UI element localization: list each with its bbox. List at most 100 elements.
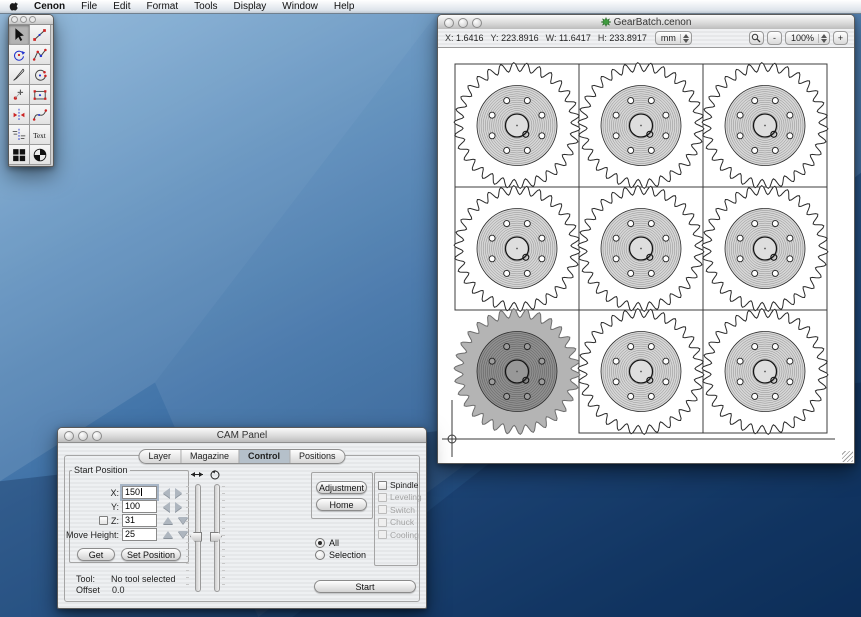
knife-tool-icon (10, 66, 28, 84)
gear[interactable] (454, 186, 580, 312)
menu-item-help[interactable]: Help (326, 0, 363, 13)
document-titlebar[interactable]: GearBatch.cenon (438, 15, 854, 30)
field-label: X: (110, 488, 119, 498)
close-button[interactable] (64, 431, 74, 441)
zoom-button[interactable] (29, 16, 36, 23)
unit-stepper[interactable] (680, 34, 689, 43)
minimize-button[interactable] (458, 18, 468, 28)
menu-item-display[interactable]: Display (226, 0, 275, 13)
magnifier-button[interactable] (749, 31, 764, 45)
zoom-in-button[interactable]: + (833, 31, 848, 45)
menu-item-format[interactable]: Format (138, 0, 186, 13)
stepper-decrement[interactable] (163, 531, 173, 538)
rotate-tool[interactable] (9, 45, 30, 65)
gear[interactable] (702, 63, 828, 189)
cooling-checkbox (378, 530, 387, 539)
text-tool[interactable]: Text (30, 125, 51, 145)
field-input[interactable]: 150 (122, 486, 157, 499)
line-tool[interactable] (30, 25, 51, 45)
minimize-button[interactable] (20, 16, 27, 23)
coord-x: X: 1.6416 (445, 33, 484, 43)
speed-sliders (189, 469, 227, 595)
minimize-button[interactable] (78, 431, 88, 441)
tab-layer[interactable]: Layer (139, 450, 180, 463)
adjustment-button[interactable]: Adjustment (316, 481, 367, 494)
selection-radio[interactable] (315, 550, 325, 560)
menu-item-file[interactable]: File (73, 0, 105, 13)
field-input[interactable]: 100 (122, 500, 157, 513)
z-enable-checkbox[interactable] (99, 516, 108, 525)
feed-slider[interactable] (189, 484, 205, 592)
get-button[interactable]: Get (77, 548, 115, 561)
field-input[interactable]: 25 (122, 528, 157, 541)
start-button[interactable]: Start (314, 580, 416, 593)
close-button[interactable] (11, 16, 18, 23)
polyline-tool[interactable] (30, 45, 51, 65)
gear[interactable] (454, 309, 580, 435)
close-button[interactable] (444, 18, 454, 28)
rectangle-tool[interactable] (30, 85, 51, 105)
menu-item-edit[interactable]: Edit (105, 0, 138, 13)
all-radio[interactable] (315, 538, 325, 548)
arc-tool[interactable] (30, 65, 51, 85)
rotation-slider-thumb[interactable] (210, 532, 222, 542)
field-row-x: X:150 (70, 486, 182, 499)
radio-label: All (329, 538, 339, 548)
web-tool[interactable] (30, 145, 51, 165)
offset-value: 0.0 (112, 585, 125, 595)
coord-h: H: 233.8917 (598, 33, 647, 43)
add-point-tool[interactable] (9, 85, 30, 105)
desktop: Cenon FileEditFormatToolsDisplayWindowHe… (0, 0, 861, 617)
line-tool-icon (31, 26, 49, 44)
stepper-decrement[interactable] (163, 502, 170, 512)
gear[interactable] (702, 309, 828, 435)
set-position-button[interactable]: Set Position (121, 548, 181, 561)
resize-grip[interactable] (842, 451, 853, 462)
menu-item-tools[interactable]: Tools (186, 0, 225, 13)
text-tool-icon: Text (31, 126, 49, 144)
rotation-slider[interactable] (208, 484, 224, 592)
tab-control[interactable]: Control (238, 450, 289, 463)
switch-checkbox (378, 505, 387, 514)
spindle-checkbox[interactable] (378, 481, 387, 490)
stepper-increment[interactable] (175, 502, 182, 512)
field-row-z: Z:31 (70, 514, 188, 527)
distribute-tool-icon (10, 126, 28, 144)
home-button[interactable]: Home (316, 498, 367, 511)
pointer-tool[interactable] (9, 25, 30, 45)
zoom-out-button[interactable]: - (767, 31, 782, 45)
stepper-increment[interactable] (175, 488, 182, 498)
palette-titlebar[interactable] (9, 15, 53, 25)
window-title: GearBatch.cenon (614, 17, 692, 28)
unit-value: mm (661, 33, 676, 43)
unit-popup[interactable]: mm (655, 31, 692, 45)
gear[interactable] (578, 309, 704, 435)
menu-item-window[interactable]: Window (274, 0, 326, 13)
stepper-decrement[interactable] (163, 488, 170, 498)
apple-menu-icon[interactable] (9, 1, 20, 13)
drawing-canvas[interactable] (438, 48, 854, 463)
tab-positions[interactable]: Positions (289, 450, 345, 463)
field-input[interactable]: 31 (122, 514, 157, 527)
document-window: GearBatch.cenon X: 1.6416Y: 223.8916W: 1… (437, 14, 855, 464)
zoom-level-popup[interactable]: 100% (785, 31, 830, 45)
tool-status-label: Tool: (76, 574, 94, 584)
menu-item-app[interactable]: Cenon (26, 0, 73, 13)
tab-magazine[interactable]: Magazine (180, 450, 238, 463)
zoom-button[interactable] (92, 431, 102, 441)
knife-tool[interactable] (9, 65, 30, 85)
raster-tool[interactable] (9, 145, 30, 165)
cam-panel-titlebar[interactable]: CAM Panel (58, 428, 426, 443)
gear[interactable] (454, 63, 580, 189)
zoom-button[interactable] (472, 18, 482, 28)
distribute-tool[interactable] (9, 125, 30, 145)
zoom-stepper[interactable] (818, 34, 827, 43)
stepper-decrement[interactable] (163, 517, 173, 524)
feed-slider-thumb[interactable] (190, 532, 202, 542)
gear[interactable] (578, 63, 704, 189)
offset-label: Offset (76, 585, 94, 595)
gear[interactable] (702, 186, 828, 312)
mirror-tool[interactable] (9, 105, 30, 125)
curve-tool[interactable] (30, 105, 51, 125)
gear[interactable] (578, 186, 704, 312)
